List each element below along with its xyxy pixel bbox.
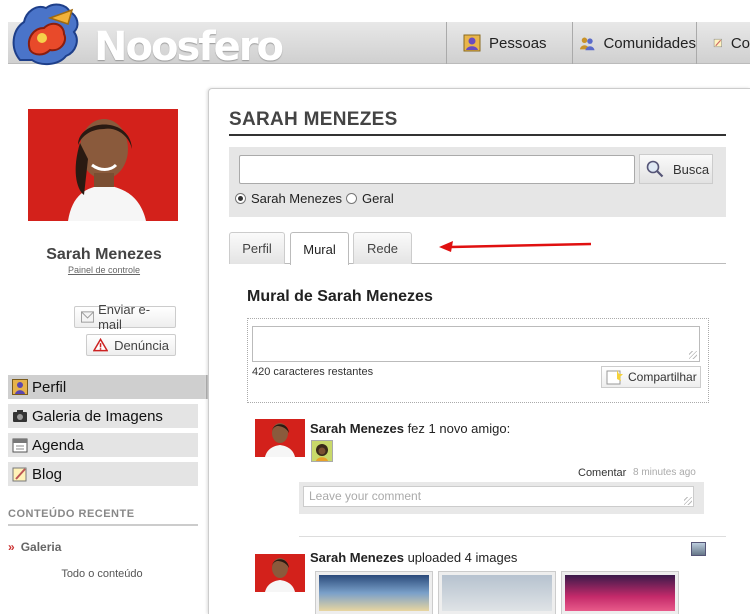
radio-label: Geral <box>362 191 394 206</box>
feed-avatar[interactable] <box>255 554 305 592</box>
radio-label: Sarah Menezes <box>251 191 343 206</box>
profile-avatar[interactable] <box>28 109 178 221</box>
feed-author[interactable]: Sarah Menezes <box>310 421 404 436</box>
noosfero-logo-icon[interactable] <box>6 0 84 68</box>
friend-avatar[interactable] <box>311 440 333 462</box>
share-button-label: Compartilhar <box>628 370 697 384</box>
camera-icon <box>13 410 27 422</box>
nav-contents-label: Co <box>730 34 750 52</box>
comment-box: Leave your comment <box>299 482 704 514</box>
feed-avatar[interactable] <box>255 419 305 457</box>
wall-post-form: 420 caracteres restantes Compartilhar <box>247 318 709 403</box>
notepad-icon <box>713 38 722 48</box>
menu-item-label: Agenda <box>32 436 84 454</box>
resize-grip-icon[interactable] <box>689 351 697 359</box>
tab-perfil[interactable]: Perfil <box>229 232 285 264</box>
radio-selected-icon <box>235 193 246 204</box>
page: Noosfero Pessoas Comunidades Co Sarah Me… <box>0 0 750 614</box>
left-sidebar: Sarah Menezes Painel de controle Enviar … <box>0 70 208 614</box>
recent-content-title: CONTEÚDO RECENTE <box>8 508 198 526</box>
menu-item-label: Galeria de Imagens <box>32 407 163 425</box>
logo-text[interactable]: Noosfero <box>94 24 284 70</box>
send-email-button[interactable]: Enviar e-mail <box>74 302 176 332</box>
annotation-arrow <box>439 241 592 252</box>
profile-name: Sarah Menezes <box>46 246 162 263</box>
main-panel: SARAH MENEZES Busca Sarah Menezes Geral … <box>208 88 750 614</box>
gallery-thumbnail[interactable] <box>561 571 679 614</box>
menu-item-blog[interactable]: Blog <box>8 462 198 486</box>
avatar-illustration <box>255 419 305 457</box>
community-icon <box>579 37 595 51</box>
feed-item-text: Sarah Menezes fez 1 novo amigo: <box>310 421 510 436</box>
person-icon <box>463 34 481 52</box>
tab-mural[interactable]: Mural <box>290 232 349 265</box>
feed-action: fez 1 novo amigo: <box>407 421 511 436</box>
double-chevron-icon: » <box>8 540 15 554</box>
report-label: Denúncia <box>114 337 169 353</box>
magnifier-icon <box>646 160 664 178</box>
wall-title: Mural de Sarah Menezes <box>247 288 433 305</box>
menu-item-label: Blog <box>32 465 63 483</box>
nav-communities-label: Comunidades <box>603 34 696 52</box>
tab-rede[interactable]: Rede <box>353 232 412 264</box>
share-button[interactable]: Compartilhar <box>601 366 701 388</box>
gallery-thumbnail[interactable] <box>315 571 433 614</box>
wall-textarea[interactable] <box>252 326 700 362</box>
feed-timestamp: 8 minutes ago <box>633 467 696 478</box>
nav-contents[interactable]: Co <box>696 22 750 64</box>
search-box: Busca Sarah Menezes Geral <box>229 147 726 217</box>
menu-item-agenda[interactable]: Agenda <box>8 433 198 457</box>
comment-link[interactable]: Comentar <box>578 467 626 479</box>
nav-people[interactable]: Pessoas <box>446 22 572 64</box>
search-button[interactable]: Busca <box>639 154 713 184</box>
radio-unselected-icon <box>346 193 357 204</box>
all-content-link[interactable]: Todo o conteúdo <box>0 568 204 580</box>
recent-item-label: Galeria <box>20 540 62 554</box>
blog-icon <box>12 467 27 482</box>
note-icon <box>606 370 623 385</box>
control-panel-link[interactable]: Painel de controle <box>0 265 208 275</box>
menu-item-label: Perfil <box>32 378 67 396</box>
report-button[interactable]: Denúncia <box>86 334 176 356</box>
nav-people-label: Pessoas <box>489 34 547 52</box>
menu-item-gallery[interactable]: Galeria de Imagens <box>8 404 198 428</box>
chars-remaining: 420 caracteres restantes <box>252 366 374 378</box>
search-scope-profile-radio[interactable]: Sarah Menezes <box>235 191 342 206</box>
top-bar: Noosfero Pessoas Comunidades Co <box>0 0 750 70</box>
profile-photo-illustration <box>28 109 178 221</box>
page-title: SARAH MENEZES <box>229 109 726 136</box>
send-email-label: Enviar e-mail <box>98 302 151 332</box>
feed-item-text: Sarah Menezes uploaded 4 images <box>310 550 517 565</box>
profile-icon <box>12 379 28 395</box>
gallery-thumbnail[interactable] <box>438 571 556 614</box>
envelope-icon <box>81 311 95 323</box>
feed-author[interactable]: Sarah Menezes <box>310 550 404 565</box>
search-scope-general-radio[interactable]: Geral <box>346 191 394 206</box>
warning-icon <box>93 338 109 352</box>
avatar-illustration <box>255 554 305 592</box>
comment-input[interactable]: Leave your comment <box>303 486 694 507</box>
nav-communities[interactable]: Comunidades <box>572 22 696 64</box>
friend-avatar-illustration <box>312 441 332 461</box>
search-input[interactable] <box>239 155 635 184</box>
recent-content-item[interactable]: » Galeria <box>8 540 61 554</box>
feed-separator <box>299 536 726 537</box>
search-button-label: Busca <box>673 161 710 177</box>
image-icon <box>691 542 706 556</box>
calendar-icon <box>12 438 28 453</box>
menu-item-profile[interactable]: Perfil <box>8 375 208 399</box>
feed-action: uploaded 4 images <box>407 550 518 565</box>
resize-grip-icon[interactable] <box>684 497 692 505</box>
